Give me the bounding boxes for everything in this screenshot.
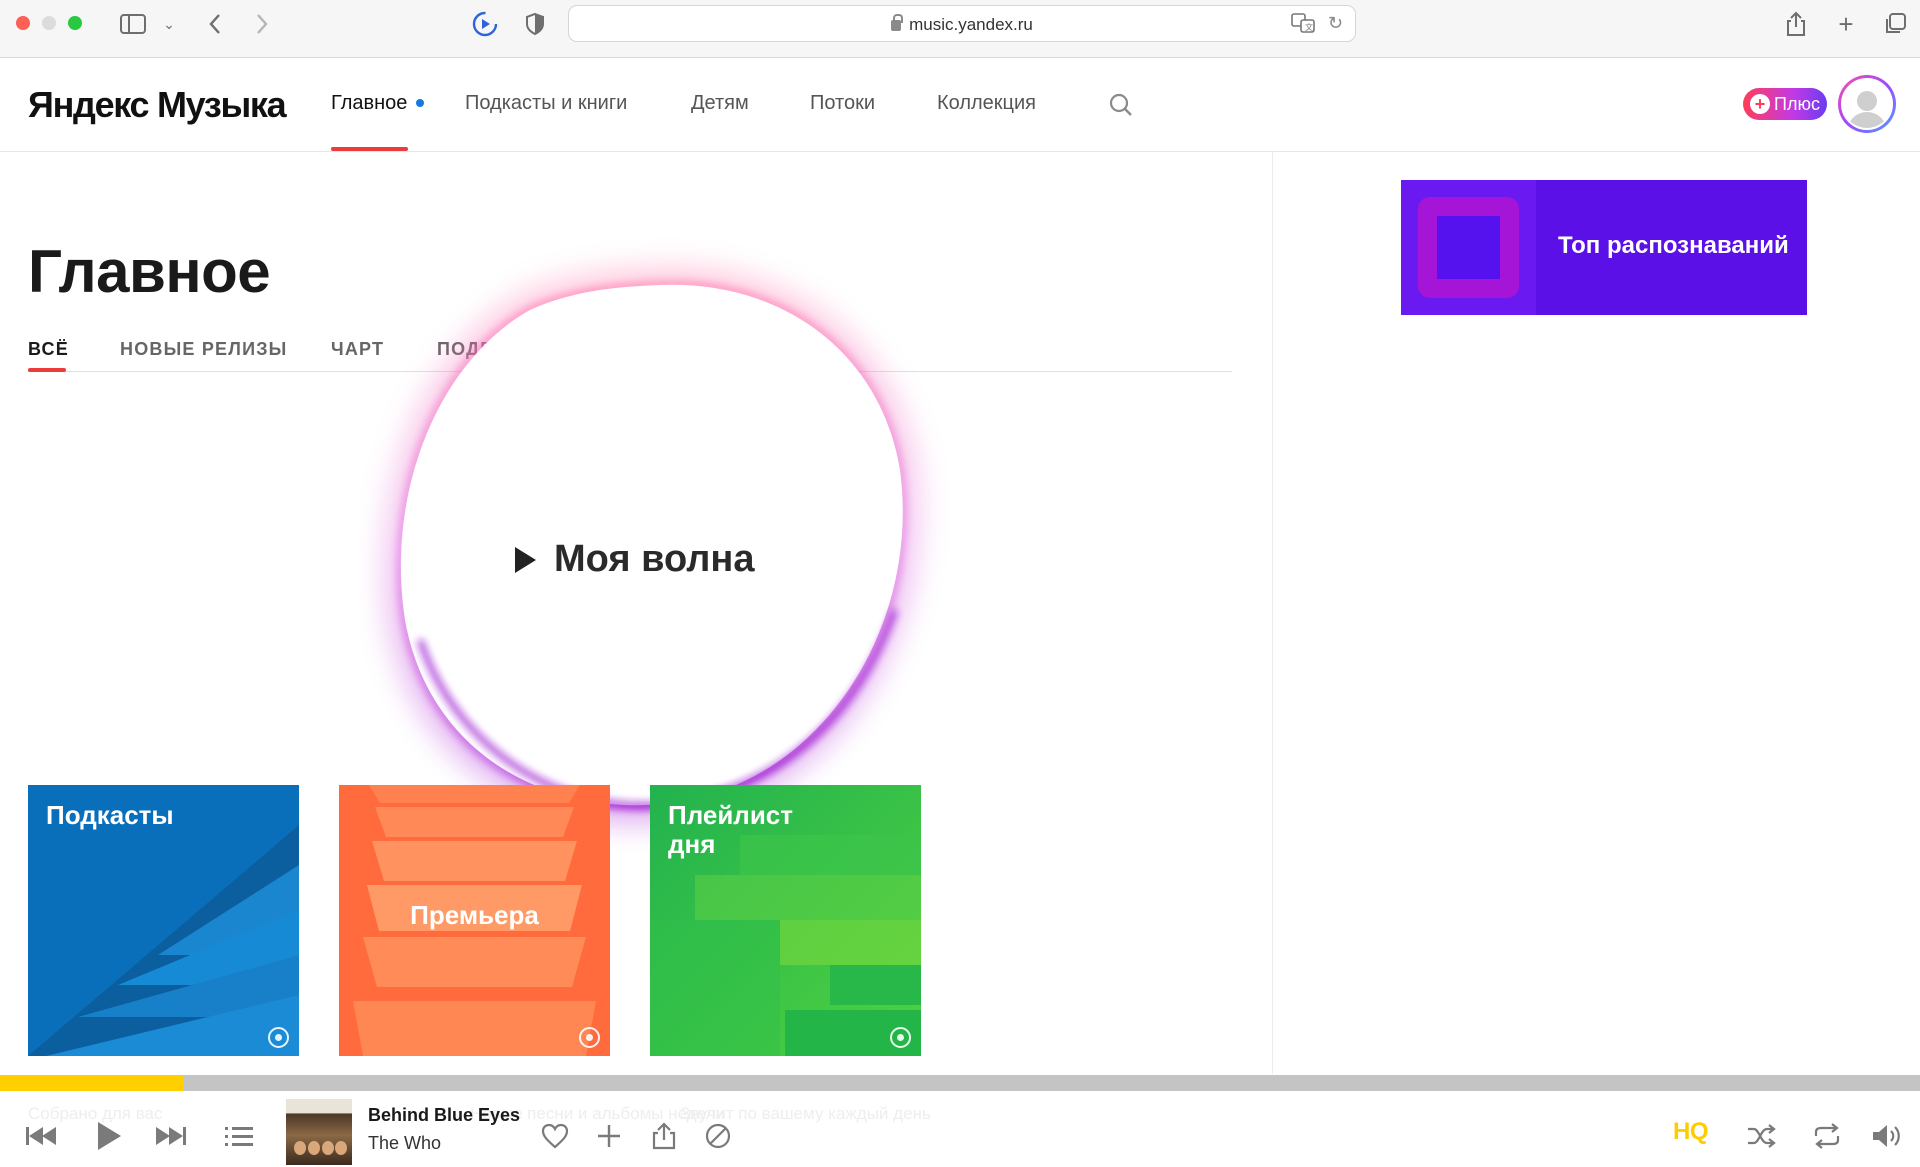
browser-toolbar: ⌄ music.yandex.ru 文 ↻ + — [0, 0, 1920, 58]
forward-icon[interactable] — [248, 10, 276, 38]
extension-icon[interactable] — [471, 10, 499, 38]
lock-icon — [891, 14, 904, 31]
nav-item-label: Главное — [331, 92, 408, 114]
track-artist[interactable]: The Who — [368, 1133, 441, 1154]
cover-band-art — [286, 1099, 352, 1113]
plus-subscription-button[interactable]: + Плюс — [1743, 88, 1827, 120]
address-bar[interactable]: music.yandex.ru 文 ↻ — [568, 5, 1356, 42]
site-header: Яндекс Музыка Главное Подкасты и книги Д… — [0, 58, 1920, 152]
tab-overview-icon[interactable] — [1881, 10, 1909, 38]
minimize-window-button[interactable] — [42, 16, 56, 30]
tab-new-releases[interactable]: НОВЫЕ РЕЛИЗЫ — [120, 339, 288, 360]
plus-label: Плюс — [1774, 93, 1820, 114]
my-wave-label: Моя волна — [554, 538, 755, 580]
music-badge-icon — [890, 1027, 911, 1048]
my-wave-animation — [382, 266, 921, 824]
url-text: music.yandex.ru — [909, 15, 1033, 34]
nav-item-kids[interactable]: Детям — [691, 92, 749, 115]
translate-icon[interactable]: 文 — [1291, 12, 1315, 39]
search-icon[interactable] — [1108, 92, 1134, 123]
yandex-music-logo[interactable]: Яндекс Музыка — [28, 84, 287, 126]
active-tab-underline — [28, 368, 66, 372]
play-button[interactable] — [92, 1119, 126, 1153]
podcasts-card[interactable]: Подкасты — [28, 785, 299, 1056]
user-icon — [1841, 78, 1893, 130]
chevron-down-icon[interactable]: ⌄ — [155, 10, 183, 38]
shuffle-icon[interactable] — [1744, 1119, 1778, 1153]
previous-track-icon[interactable] — [24, 1119, 58, 1153]
card-title-line: дня — [668, 829, 716, 859]
tabs-divider — [28, 371, 1232, 372]
share-icon[interactable] — [1782, 10, 1810, 38]
promo-art — [1437, 216, 1500, 279]
player-bar: Собрано для вас Новые песни и альбомы не… — [0, 1091, 1920, 1167]
track-title[interactable]: Behind Blue Eyes — [368, 1105, 520, 1126]
nav-item-main[interactable]: Главное — [331, 92, 425, 115]
next-track-icon[interactable] — [154, 1119, 188, 1153]
tab-all[interactable]: ВСЁ — [28, 339, 69, 360]
sidebar-toggle-icon[interactable] — [119, 10, 147, 38]
nav-item-collection[interactable]: Коллекция — [937, 92, 1036, 115]
privacy-shield-icon[interactable] — [521, 10, 549, 38]
svg-text:文: 文 — [1305, 22, 1313, 32]
card-title: Плейлист дня — [668, 801, 793, 859]
promo-label: Топ распознаваний — [1558, 232, 1789, 259]
playlist-queue-icon[interactable] — [222, 1119, 256, 1153]
repeat-icon[interactable] — [1810, 1119, 1844, 1153]
new-tab-icon[interactable]: + — [1832, 9, 1860, 39]
music-badge-icon — [579, 1027, 600, 1048]
card-title: Премьера — [410, 900, 539, 930]
like-heart-icon[interactable] — [538, 1119, 572, 1153]
page-title: Главное — [28, 238, 271, 305]
nav-item-podcasts-books[interactable]: Подкасты и книги — [465, 92, 627, 115]
tab-neuromusic[interactable]: НЕЙРОМУЗЫКА — [603, 339, 759, 360]
music-badge-icon — [268, 1027, 289, 1048]
cover-band-art — [308, 1141, 320, 1155]
active-nav-underline — [331, 147, 408, 151]
top-recognitions-banner[interactable]: Топ распознаваний — [1401, 180, 1807, 315]
cover-band-art — [322, 1141, 334, 1155]
nav-item-streams[interactable]: Потоки — [810, 92, 875, 115]
dislike-block-icon[interactable] — [701, 1119, 735, 1153]
share-track-icon[interactable] — [647, 1119, 681, 1153]
hq-quality-toggle[interactable]: HQ — [1673, 1118, 1709, 1146]
card-title-line: Плейлист — [668, 800, 793, 830]
volume-icon[interactable] — [1870, 1119, 1904, 1153]
active-dot-icon — [416, 99, 425, 107]
avatar[interactable] — [1838, 75, 1896, 133]
play-icon — [515, 546, 536, 573]
my-wave-button[interactable]: Моя волна — [515, 538, 754, 581]
card-title: Подкасты — [46, 800, 174, 830]
playback-progress-bar[interactable] — [0, 1075, 1920, 1091]
close-window-button[interactable] — [16, 16, 30, 30]
playlist-of-the-day-card[interactable]: Плейлист дня — [650, 785, 921, 1056]
tab-collections[interactable]: ПОДБОРКИ — [437, 339, 549, 360]
album-cover[interactable] — [286, 1099, 352, 1165]
content-divider — [1272, 152, 1273, 1074]
plus-icon: + — [1750, 94, 1771, 114]
back-icon[interactable] — [201, 10, 229, 38]
premiere-card[interactable]: Премьера — [339, 785, 610, 1056]
reload-icon[interactable]: ↻ — [1328, 13, 1343, 34]
zoom-window-button[interactable] — [68, 16, 82, 30]
cover-band-art — [294, 1141, 306, 1155]
tab-chart[interactable]: ЧАРТ — [331, 339, 384, 360]
add-to-playlist-icon[interactable] — [592, 1119, 626, 1153]
cover-band-art — [335, 1141, 347, 1155]
playback-progress-fill — [0, 1075, 185, 1091]
